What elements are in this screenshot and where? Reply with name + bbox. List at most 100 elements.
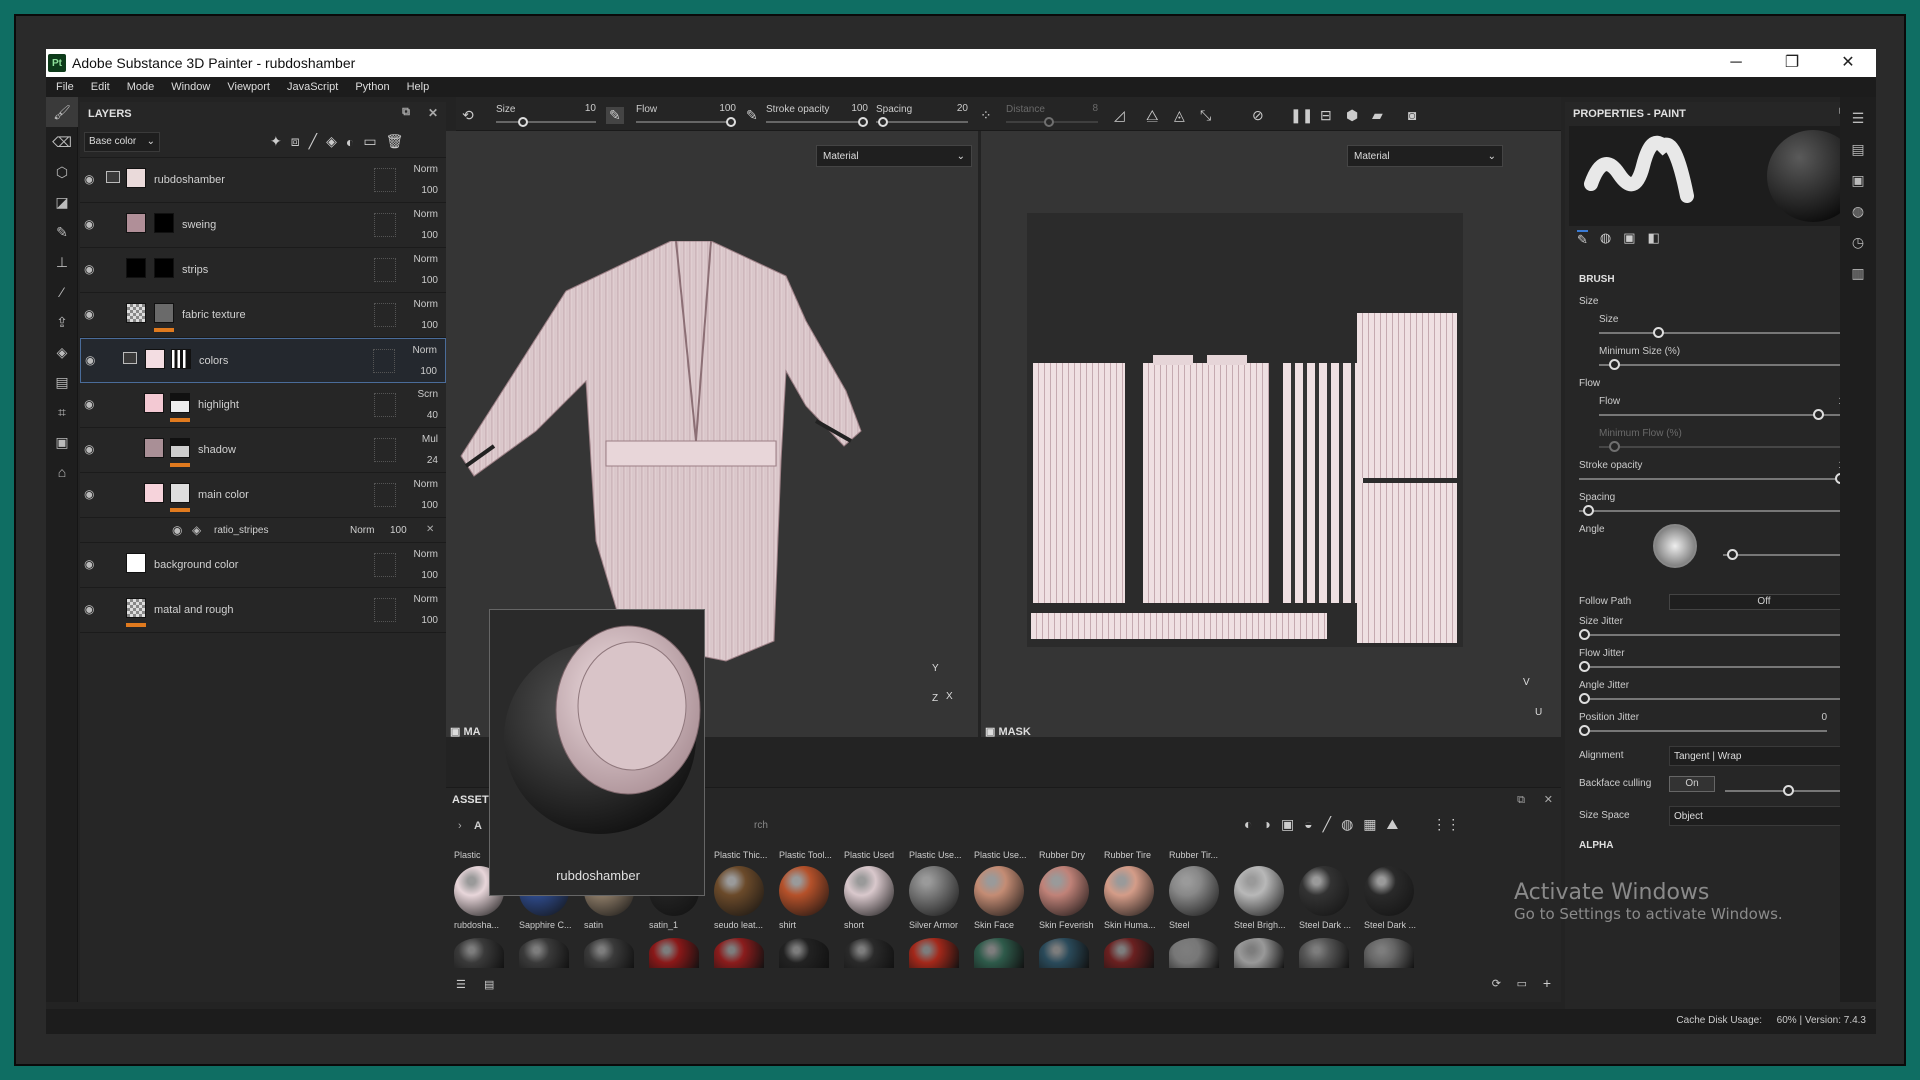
spacing-slider[interactable]: Spacing 20 xyxy=(1565,492,1876,524)
material-thumbnail[interactable] xyxy=(1299,866,1349,916)
position-jitter-slider[interactable]: Position Jitter 0 ⚙ xyxy=(1565,712,1876,744)
add-paint-layer-icon[interactable]: ╱ xyxy=(309,133,317,150)
material-thumbnail[interactable] xyxy=(1364,866,1414,916)
filter-textures-icon[interactable]: ◍ xyxy=(1341,816,1353,833)
menu-mode[interactable]: Mode xyxy=(127,81,155,93)
material-thumbnail[interactable] xyxy=(844,938,894,968)
shelf-icon[interactable]: ▣ xyxy=(46,427,78,457)
assets-breadcrumb[interactable]: A xyxy=(474,820,482,832)
menu-file[interactable]: File xyxy=(56,81,74,93)
close-icon[interactable]: ✕ xyxy=(1820,49,1876,77)
material-thumbnail[interactable] xyxy=(714,938,764,968)
material-thumbnail[interactable] xyxy=(1169,866,1219,916)
layer-opacity[interactable]: 100 xyxy=(421,570,438,581)
filter-generators-icon[interactable]: ◒ xyxy=(1304,816,1312,833)
eye-icon[interactable]: ◉ xyxy=(84,172,100,186)
material-thumbnail[interactable] xyxy=(519,938,569,968)
slider-knob[interactable] xyxy=(878,117,888,127)
eye-icon[interactable]: ◉ xyxy=(84,217,100,231)
projection-icon[interactable]: ⬡ xyxy=(46,157,78,187)
tab-brush-icon[interactable]: ✎ xyxy=(1577,230,1588,248)
channel-select[interactable]: Base color ⌄ xyxy=(84,131,160,152)
mirror-icon[interactable]: ⧋ xyxy=(1146,107,1159,124)
texture-set-settings-icon[interactable]: ▤ xyxy=(1840,134,1876,165)
blend-mode[interactable]: Norm xyxy=(413,345,437,356)
pen-pressure-icon[interactable]: ✎ xyxy=(606,107,624,124)
viewport-3d-mode-select[interactable]: Material ⌄ xyxy=(816,145,972,167)
effect-row[interactable]: ◉ ◈ ratio_stripes Norm 100 ✕ xyxy=(80,518,446,543)
line-icon[interactable]: ◿ xyxy=(1114,107,1125,124)
material-thumbnail[interactable] xyxy=(649,938,699,968)
menu-edit[interactable]: Edit xyxy=(91,81,110,93)
add-icon[interactable]: + xyxy=(1543,975,1551,991)
size-slider[interactable]: Size 10 xyxy=(496,103,596,129)
layer-opacity[interactable]: 100 xyxy=(421,185,438,196)
restore-icon[interactable]: ❐ xyxy=(1764,49,1820,77)
layer-row[interactable]: ◉ main color Norm 100 xyxy=(80,473,446,518)
view-split-icon[interactable]: ⊟ xyxy=(1320,107,1332,124)
blend-mode[interactable]: Norm xyxy=(414,594,438,605)
folder-icon[interactable]: ▭ xyxy=(1517,977,1527,990)
material-thumbnail[interactable] xyxy=(1234,938,1284,968)
slider-knob[interactable] xyxy=(858,117,868,127)
menu-help[interactable]: Help xyxy=(407,81,430,93)
material-thumbnail[interactable] xyxy=(1104,938,1154,968)
transform-icon[interactable]: ⤡ xyxy=(1200,107,1211,124)
layer-opacity[interactable]: 100 xyxy=(421,275,438,286)
symmetry-icon[interactable]: ⟲ xyxy=(462,107,474,124)
float-icon[interactable]: ⧉ xyxy=(1517,794,1525,807)
layer-opacity[interactable]: 100 xyxy=(421,500,438,511)
menu-viewport[interactable]: Viewport xyxy=(227,81,270,93)
eye-icon[interactable]: ◉ xyxy=(84,557,100,571)
tab-material-icon[interactable]: ◍ xyxy=(1600,230,1611,248)
stroke-opacity-slider[interactable]: Stroke opacity 100 xyxy=(1565,460,1876,492)
add-smart-material-icon[interactable]: ◐ xyxy=(346,134,354,150)
material-thumbnail[interactable] xyxy=(1104,866,1154,916)
screenshot-icon[interactable]: ◙ xyxy=(1408,107,1416,123)
eye-icon[interactable]: ◉ xyxy=(84,307,100,321)
float-icon[interactable]: ⧉ xyxy=(402,106,410,119)
layer-row[interactable]: ◉ rubdoshamber Norm 100 xyxy=(80,158,446,203)
slider-knob[interactable] xyxy=(1783,785,1794,796)
material-thumbnail[interactable] xyxy=(714,866,764,916)
filter-materials-icon[interactable]: ◐ xyxy=(1244,816,1252,833)
history-icon[interactable]: ◷ xyxy=(1840,227,1876,258)
add-mask-icon[interactable]: ⧈ xyxy=(291,133,300,150)
list-icon[interactable]: ▤ xyxy=(484,978,494,991)
add-folder-icon[interactable]: ▭ xyxy=(363,133,376,150)
follow-path-toggle[interactable]: Off xyxy=(1669,594,1859,610)
layer-row-selected[interactable]: ◉ colors Norm 100 xyxy=(80,338,446,383)
layer-opacity[interactable]: 100 xyxy=(421,230,438,241)
brush-flow-slider[interactable]: Flow 100 ✎ xyxy=(1585,396,1876,428)
eye-icon[interactable]: ◉ xyxy=(84,487,100,501)
eye-icon[interactable]: ◉ xyxy=(84,442,100,456)
polygon-fill-icon[interactable]: ◪ xyxy=(46,187,78,217)
add-fill-layer-icon[interactable]: ◈ xyxy=(326,133,337,150)
spacing-slider[interactable]: Spacing 20 xyxy=(876,103,968,129)
material-thumbnail[interactable] xyxy=(584,938,634,968)
layer-row[interactable]: ◉ background color Norm 100 xyxy=(80,543,446,588)
size-space-select[interactable]: Object⌄ xyxy=(1669,806,1859,826)
close-panel-icon[interactable]: ✕ xyxy=(428,106,438,120)
angle-jitter-slider[interactable]: Angle Jitter 0 xyxy=(1565,680,1876,712)
refresh-icon[interactable]: ⟳ xyxy=(1492,977,1501,990)
viewport-2d[interactable]: Material ⌄ ▣ MASK V U xyxy=(981,131,1561,738)
angle-dial[interactable] xyxy=(1653,524,1697,568)
lazy-mouse-icon[interactable]: ⁘ xyxy=(980,107,992,124)
folder-icon[interactable] xyxy=(106,171,120,183)
material-thumbnail[interactable] xyxy=(974,866,1024,916)
menu-window[interactable]: Window xyxy=(171,81,210,93)
slider-knob[interactable] xyxy=(1579,661,1590,672)
filter-smart-materials-icon[interactable]: ◑ xyxy=(1262,816,1270,833)
effect-opacity[interactable]: 100 xyxy=(390,525,407,536)
brush-size-slider[interactable]: Size 10 ✎ xyxy=(1585,314,1876,346)
pause-icon[interactable]: ❚❚ xyxy=(1290,107,1313,124)
material-thumbnail[interactable] xyxy=(779,938,829,968)
video-camera-icon[interactable]: ▰ xyxy=(1372,107,1383,124)
learn-icon[interactable]: ⌂ xyxy=(46,457,78,487)
material-thumbnail[interactable] xyxy=(909,866,959,916)
grid-view-icon[interactable]: ⋮⋮ xyxy=(1432,816,1460,833)
texture-set-list-icon[interactable]: ☰ xyxy=(1840,103,1876,134)
filter-environments-icon[interactable]: ⛰ xyxy=(1387,816,1399,833)
backface-toggle[interactable]: On xyxy=(1669,776,1715,792)
